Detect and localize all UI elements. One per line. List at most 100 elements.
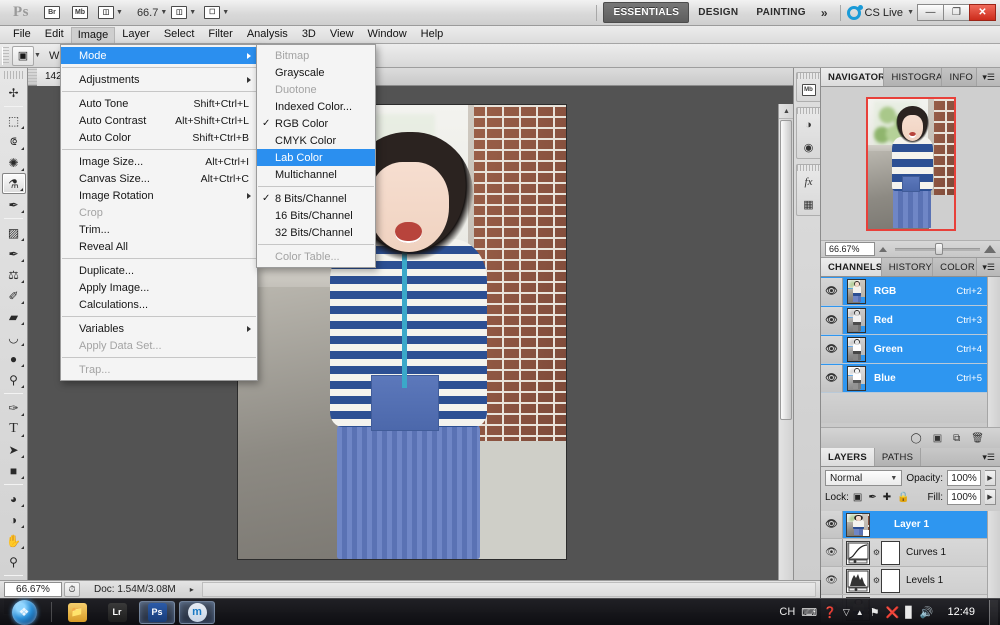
- layer-mask-link-icon[interactable]: ⚙: [872, 548, 881, 557]
- mode-item-8-bits-channel[interactable]: ✓ 8 Bits/Channel: [257, 190, 375, 207]
- image-menu-dropdown[interactable]: Mode Adjustments Auto Tone Shift+Ctrl+L …: [60, 44, 258, 381]
- channel-visibility-icon[interactable]: 👁: [821, 307, 843, 334]
- status-scroll-region[interactable]: [202, 582, 816, 597]
- workspace-painting-button[interactable]: PAINTING: [747, 3, 814, 22]
- navigator-zoom-slider[interactable]: [879, 242, 996, 256]
- restore-button[interactable]: ❐: [943, 4, 970, 21]
- zoom-tool[interactable]: ⚲: [2, 551, 26, 572]
- navigator-preview[interactable]: [821, 87, 1000, 241]
- load-channel-as-selection-icon[interactable]: ◯: [911, 433, 922, 444]
- menu-item-adjustments[interactable]: Adjustments: [61, 71, 257, 88]
- show-desktop-button[interactable]: [989, 600, 998, 625]
- menu-item-mode[interactable]: Mode: [61, 47, 257, 64]
- menu-select[interactable]: Select: [157, 26, 202, 43]
- menu-item-apply-image[interactable]: Apply Image...: [61, 279, 257, 296]
- tab-channels[interactable]: CHANNELS: [821, 258, 882, 276]
- layer-mask-thumbnail[interactable]: [881, 569, 900, 593]
- canvas-scroll-thumb[interactable]: [780, 120, 792, 420]
- eraser-tool[interactable]: ▰: [2, 306, 26, 327]
- input-method-indicator[interactable]: CH: [779, 606, 795, 618]
- lock-transparent-pixels-icon[interactable]: ▣: [853, 492, 862, 503]
- more-workspaces-button[interactable]: »: [815, 6, 834, 20]
- clone-stamp-tool[interactable]: ⚖: [2, 264, 26, 285]
- tab-color[interactable]: COLOR: [933, 258, 977, 276]
- keyboard-icon[interactable]: ⌨: [801, 606, 817, 619]
- channel-row-rgb[interactable]: 👁 RGB Ctrl+2: [821, 277, 1000, 306]
- mode-item-lab-color[interactable]: Lab Color: [257, 149, 375, 166]
- action-center-flag-icon[interactable]: ⚑: [870, 606, 880, 619]
- menu-3d[interactable]: 3D: [295, 26, 323, 43]
- crop-tool[interactable]: ⚗: [2, 173, 26, 194]
- eyedropper-tool[interactable]: ✒: [2, 194, 26, 215]
- rectangular-marquee-tool[interactable]: ⬚: [2, 110, 26, 131]
- zoom-slider-knob[interactable]: [935, 243, 943, 255]
- scroll-up-arrow-icon[interactable]: ▲: [779, 104, 793, 119]
- crop-tool-icon[interactable]: ▣: [12, 46, 34, 66]
- view-extras-button[interactable]: ◫ ▼: [97, 3, 124, 23]
- mode-item-16-bits-channel[interactable]: 16 Bits/Channel: [257, 207, 375, 224]
- menu-item-duplicate[interactable]: Duplicate...: [61, 262, 257, 279]
- taskbar-clock[interactable]: 12:49: [939, 606, 983, 618]
- navigator-thumbnail[interactable]: [866, 97, 956, 231]
- menu-item-variables[interactable]: Variables: [61, 320, 257, 337]
- quick-selection-tool[interactable]: ✺: [2, 152, 26, 173]
- tray-chevron-up-icon[interactable]: ▲: [856, 608, 864, 617]
- channel-visibility-icon[interactable]: 👁: [821, 278, 843, 305]
- menu-layer[interactable]: Layer: [115, 26, 157, 43]
- menu-item-calculations[interactable]: Calculations...: [61, 296, 257, 313]
- lock-position-icon[interactable]: ✚: [883, 492, 891, 503]
- menu-item-reveal-all[interactable]: Reveal All: [61, 238, 257, 255]
- volume-icon[interactable]: 🔊: [920, 606, 934, 619]
- tab-histogram[interactable]: HISTOGRAM: [884, 68, 942, 86]
- lock-all-icon[interactable]: 🔒: [897, 492, 909, 503]
- create-new-channel-icon[interactable]: ⧉: [953, 433, 960, 444]
- pen-tool[interactable]: ✑: [2, 397, 26, 418]
- taskbar-adobe-photoshop[interactable]: Ps: [139, 601, 175, 624]
- canvas-vertical-scrollbar[interactable]: ▲: [778, 104, 793, 580]
- antivirus-icon[interactable]: ❌: [886, 606, 900, 619]
- menu-item-image-size[interactable]: Image Size... Alt+Ctrl+I: [61, 153, 257, 170]
- lock-image-pixels-icon[interactable]: ✒: [868, 492, 876, 503]
- tab-history[interactable]: HISTORY: [882, 258, 933, 276]
- zoom-in-icon[interactable]: [984, 245, 996, 253]
- taskbar-windows-explorer[interactable]: 📁: [59, 601, 95, 624]
- options-bar-grip[interactable]: [2, 47, 9, 65]
- tools-panel-grip[interactable]: [4, 71, 24, 79]
- lasso-tool[interactable]: ⟃: [2, 131, 26, 152]
- mode-item-32-bits-channel[interactable]: 32 Bits/Channel: [257, 224, 375, 241]
- menu-item-canvas-size[interactable]: Canvas Size... Alt+Ctrl+C: [61, 170, 257, 187]
- channel-row-red[interactable]: 👁 Red Ctrl+3: [821, 306, 1000, 335]
- mode-submenu-dropdown[interactable]: Bitmap Grayscale Duotone Indexed Color..…: [256, 44, 376, 268]
- layer-mask-link-icon[interactable]: ⚙: [872, 576, 881, 585]
- menu-file[interactable]: File: [6, 26, 38, 43]
- layer-mask-thumbnail[interactable]: [881, 541, 900, 565]
- status-expand-arrow-icon[interactable]: ▸: [190, 585, 194, 594]
- mode-item-grayscale[interactable]: Grayscale: [257, 64, 375, 81]
- fill-input[interactable]: 100%: [947, 489, 981, 505]
- adjustments-icon[interactable]: ◑: [797, 114, 820, 136]
- mini-bridge-icon[interactable]: Mb: [797, 79, 820, 101]
- show-hidden-icons-icon[interactable]: ▽: [843, 607, 850, 618]
- path-selection-tool[interactable]: ➤: [2, 439, 26, 460]
- screen-mode-button[interactable]: ☐ ▼: [203, 3, 230, 23]
- navigator-panel-menu-icon[interactable]: ▾☰: [977, 68, 1000, 86]
- layer-visibility-icon[interactable]: 👁: [821, 511, 843, 538]
- masks-icon[interactable]: ◉: [797, 136, 820, 158]
- channel-visibility-icon[interactable]: 👁: [821, 365, 843, 392]
- launch-mini-bridge-button[interactable]: Mb: [69, 3, 91, 23]
- dodge-tool[interactable]: ⚲: [2, 369, 26, 390]
- taskbar-adobe-lightroom[interactable]: Lr: [99, 601, 135, 624]
- menu-image[interactable]: Image: [71, 27, 116, 43]
- blend-mode-select[interactable]: Normal ▼: [825, 470, 902, 486]
- minimize-button[interactable]: —: [917, 4, 944, 21]
- blur-tool[interactable]: ●: [2, 348, 26, 369]
- navigator-zoom-input[interactable]: 66.67%: [825, 242, 875, 256]
- status-zoom-input[interactable]: 66.67%: [4, 582, 62, 597]
- delete-channel-icon[interactable]: 🗑: [971, 433, 984, 444]
- gradient-tool[interactable]: ◡: [2, 327, 26, 348]
- tab-layers[interactable]: LAYERS: [821, 448, 875, 466]
- hand-tool[interactable]: ✋: [2, 530, 26, 551]
- opacity-input[interactable]: 100%: [947, 470, 981, 486]
- mode-item-cmyk-color[interactable]: CMYK Color: [257, 132, 375, 149]
- launch-bridge-button[interactable]: Br: [41, 3, 63, 23]
